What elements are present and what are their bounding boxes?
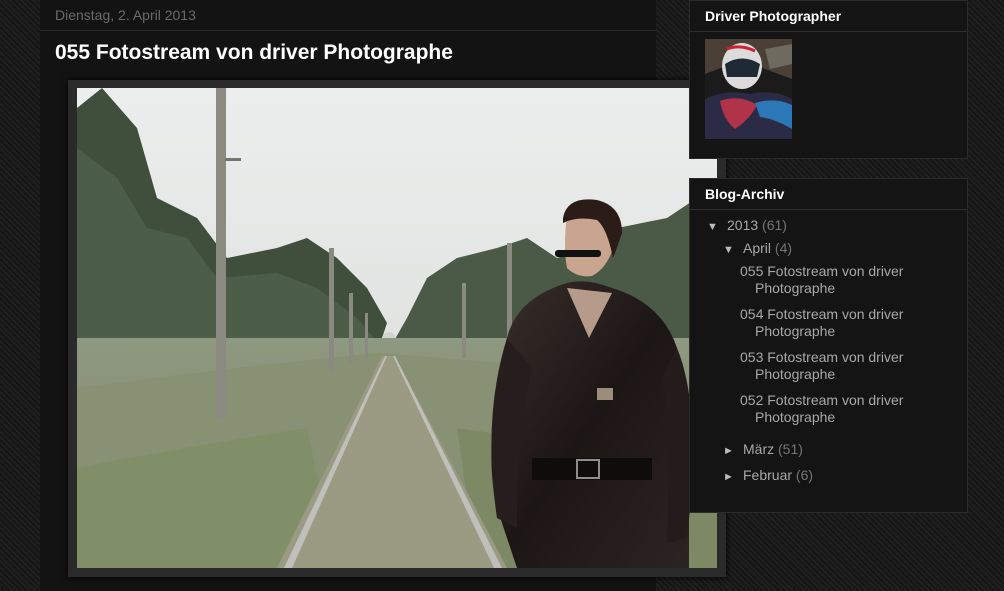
archive-post-link[interactable]: 052 Fotostream von driver Photographe [740, 392, 940, 426]
archive-post-title-line2[interactable]: Photographe [740, 409, 940, 426]
archive-month-maerz[interactable]: ► März (51) [723, 441, 803, 457]
archive-month-label[interactable]: Februar [743, 467, 792, 483]
archive-month-count: (6) [795, 467, 814, 483]
archive-year-2013[interactable]: ▼ 2013 (61) [707, 217, 787, 233]
archive-post-link[interactable]: 054 Fotostream von driver Photographe [740, 306, 940, 340]
date-header: Dienstag, 2. April 2013 [40, 0, 656, 31]
archive-year-label[interactable]: 2013 [727, 217, 758, 233]
profile-widget: Driver Photographer [689, 0, 968, 159]
archive-month-label[interactable]: März [743, 441, 774, 457]
archive-post-link[interactable]: 053 Fotostream von driver Photographe [740, 349, 940, 383]
archive-month-april[interactable]: ▼ April (4) [723, 240, 792, 256]
archive-post-link[interactable]: 055 Fotostream von driver Photographe [740, 263, 940, 297]
profile-widget-title: Driver Photographer [690, 1, 967, 32]
archive-month-februar[interactable]: ► Februar (6) [723, 467, 813, 483]
archive-post-title-line1[interactable]: 054 Fotostream von driver [740, 306, 903, 322]
archive-widget: Blog-Archiv ▼ 2013 (61) ▼ April (4) 055 Fo… [689, 178, 968, 513]
archive-post-title-line2[interactable]: Photographe [740, 366, 940, 383]
post-date: Dienstag, 2. April 2013 [55, 7, 196, 23]
archive-month-count: (4) [774, 240, 793, 256]
profile-avatar[interactable] [705, 39, 792, 139]
archive-widget-title: Blog-Archiv [690, 179, 967, 210]
archive-post-title-line2[interactable]: Photographe [740, 280, 940, 297]
archive-post-title-line1[interactable]: 055 Fotostream von driver [740, 263, 903, 279]
archive-month-label[interactable]: April [743, 240, 771, 256]
triangle-right-icon[interactable]: ► [723, 445, 743, 457]
triangle-down-icon[interactable]: ▼ [707, 221, 727, 233]
triangle-right-icon[interactable]: ► [723, 471, 743, 483]
archive-post-title-line1[interactable]: 052 Fotostream von driver [740, 392, 903, 408]
post-photo-frame [68, 80, 726, 577]
post-title[interactable]: 055 Fotostream von driver Photographe [55, 40, 453, 66]
archive-post-title-line1[interactable]: 053 Fotostream von driver [740, 349, 903, 365]
archive-year-count: (61) [762, 217, 787, 233]
archive-month-count: (51) [778, 441, 803, 457]
post-photo[interactable] [77, 88, 717, 568]
archive-post-title-line2[interactable]: Photographe [740, 323, 940, 340]
triangle-down-icon[interactable]: ▼ [723, 244, 743, 256]
